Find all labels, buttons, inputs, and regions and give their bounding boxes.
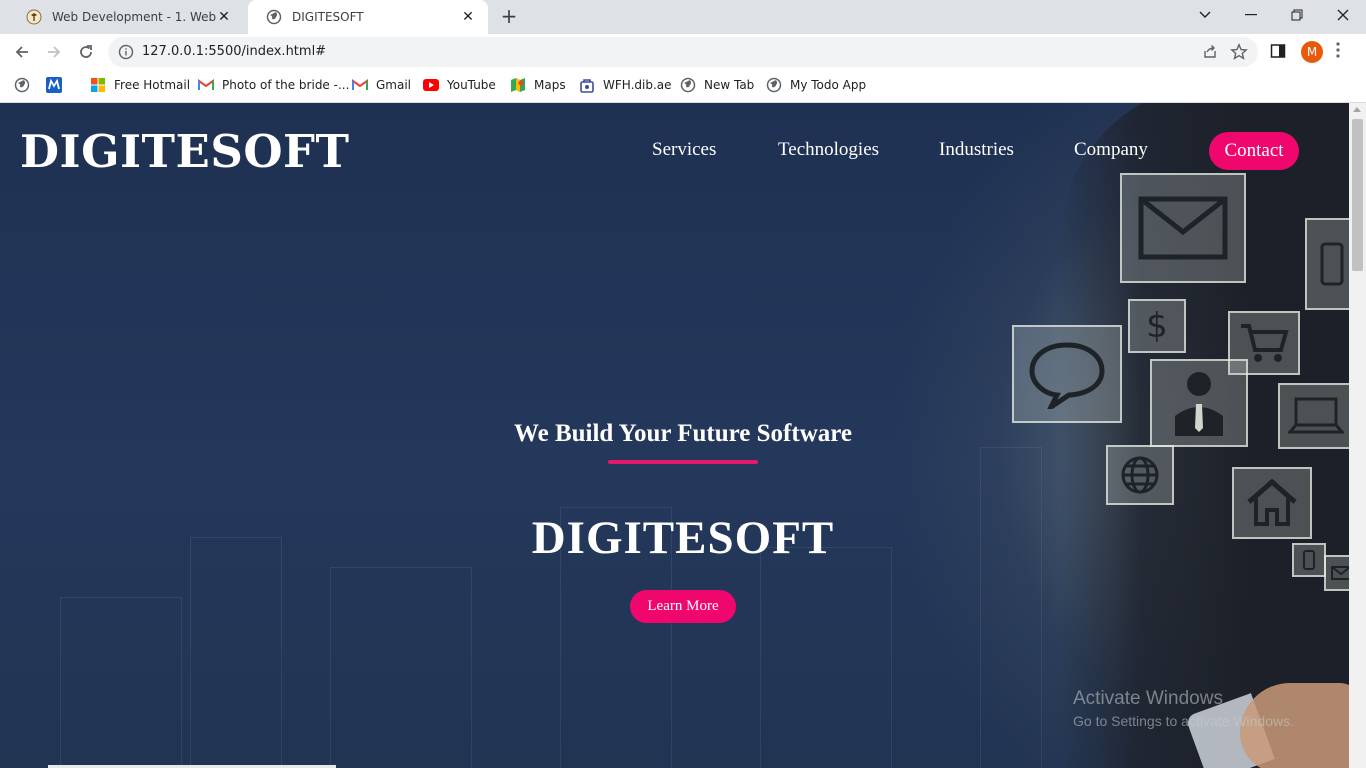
page-viewport: $ DIGITESOFT Services Technologies Indus…: [0, 103, 1349, 768]
bookmark-photo-of-the-bride[interactable]: Photo of the bride -...: [198, 77, 349, 93]
profile-avatar[interactable]: M: [1301, 41, 1323, 63]
minimize-icon[interactable]: [1228, 0, 1274, 30]
youtube-icon: [423, 77, 439, 93]
kebab-menu-icon[interactable]: [1336, 42, 1340, 62]
browser-toolbar: 127.0.0.1:5500/index.html# M: [0, 34, 1366, 70]
city-sketch-building: [760, 547, 892, 768]
bookmark-wfh[interactable]: WFH.dib.ae: [579, 77, 672, 93]
city-sketch-tower: [980, 447, 1042, 768]
globe-icon: [14, 77, 30, 93]
m-logo-icon: [46, 77, 62, 93]
bookmark-label: Maps: [534, 78, 566, 92]
vertical-scrollbar[interactable]: [1349, 103, 1366, 768]
scrollbar-thumb[interactable]: [1352, 119, 1363, 271]
bookmark-my-todo-app[interactable]: My Todo App: [766, 77, 866, 93]
globe-icon: [680, 77, 696, 93]
bookmark-free-hotmail[interactable]: Free Hotmail: [90, 77, 190, 93]
gmail-icon: [352, 77, 368, 93]
bookmark-label: Free Hotmail: [114, 78, 191, 92]
nav-link-services[interactable]: Services: [652, 139, 716, 161]
nav-link-company[interactable]: Company: [1074, 139, 1148, 161]
globe-icon: [266, 9, 282, 25]
tab-title: DIGITESOFT: [292, 10, 364, 24]
learn-more-button[interactable]: Learn More: [630, 590, 736, 623]
city-sketch-building: [330, 567, 472, 768]
bookmark-label: My Todo App: [790, 78, 867, 92]
maps-icon: [510, 77, 526, 93]
gmail-icon: [198, 77, 214, 93]
bookmark-globe[interactable]: [14, 77, 38, 93]
close-icon[interactable]: ✕: [460, 9, 476, 25]
chat-bubble-icon: [1012, 325, 1122, 423]
globe-icon: [766, 77, 782, 93]
bag-icon: [579, 77, 595, 93]
bookmark-gmail[interactable]: Gmail: [352, 77, 411, 93]
bookmark-new-tab[interactable]: New Tab: [680, 77, 754, 93]
side-panel-icon[interactable]: [1270, 43, 1286, 63]
bookmark-m[interactable]: [46, 77, 70, 93]
windows-logo-icon: [90, 77, 106, 93]
close-icon[interactable]: ✕: [216, 9, 232, 25]
city-sketch-building: [60, 597, 182, 768]
url-text: 127.0.0.1:5500/index.html#: [142, 44, 327, 59]
graduation-icon: [26, 9, 42, 25]
envelope-icon: [1120, 173, 1246, 283]
back-arrow-icon[interactable]: [10, 40, 34, 64]
forward-arrow-icon[interactable]: [42, 40, 66, 64]
scroll-up-arrow-icon[interactable]: [1353, 107, 1361, 112]
bookmark-label: YouTube: [447, 78, 496, 92]
hero-title: DIGITESOFT: [531, 512, 835, 564]
reload-icon[interactable]: [74, 40, 98, 64]
bookmark-youtube[interactable]: YouTube: [423, 77, 496, 93]
tagline-underline: [608, 460, 758, 464]
tab-title: Web Development - 1. Web Desi: [52, 10, 216, 24]
tab-digitesoft[interactable]: DIGITESOFT ✕: [248, 0, 488, 34]
activate-windows-title: Activate Windows: [1073, 688, 1223, 709]
mobile-phone-icon: [1305, 218, 1349, 310]
hero-tagline: We Build Your Future Software: [514, 420, 852, 447]
tab-web-development[interactable]: Web Development - 1. Web Desi ✕: [8, 0, 244, 34]
bookmark-label: New Tab: [704, 78, 755, 92]
tab-strip: Web Development - 1. Web Desi ✕ DIGITESO…: [0, 0, 1366, 34]
tab-search-chevron-down-icon[interactable]: [1182, 0, 1228, 30]
bookmarks-bar: Free Hotmail Photo of the bride -... Gma…: [0, 70, 1366, 103]
nav-link-technologies[interactable]: Technologies: [778, 139, 879, 161]
bookmark-label: Photo of the bride -...: [222, 78, 350, 92]
bookmark-star-icon[interactable]: [1230, 43, 1248, 65]
share-icon[interactable]: [1202, 44, 1218, 64]
site-logo[interactable]: DIGITESOFT: [20, 125, 349, 178]
city-sketch-building: [190, 537, 282, 768]
address-bar[interactable]: 127.0.0.1:5500/index.html#: [108, 37, 1258, 67]
activate-windows-watermark: Activate Windows Go to Settings to activ…: [1073, 688, 1294, 729]
contact-button[interactable]: Contact: [1209, 132, 1299, 170]
bookmark-label: Gmail: [376, 78, 412, 92]
bookmark-maps[interactable]: Maps: [510, 77, 566, 93]
nav-link-industries[interactable]: Industries: [939, 139, 1014, 161]
close-window-icon[interactable]: [1320, 0, 1366, 30]
dollar-icon: $: [1128, 299, 1186, 353]
restore-icon[interactable]: [1274, 0, 1320, 30]
site-info-icon[interactable]: [118, 44, 134, 64]
new-tab-button[interactable]: +: [498, 6, 520, 28]
globe-grid-icon: [1106, 445, 1174, 505]
activate-windows-subtitle: Go to Settings to activate Windows.: [1073, 713, 1294, 729]
bookmark-label: WFH.dib.ae: [603, 78, 672, 92]
